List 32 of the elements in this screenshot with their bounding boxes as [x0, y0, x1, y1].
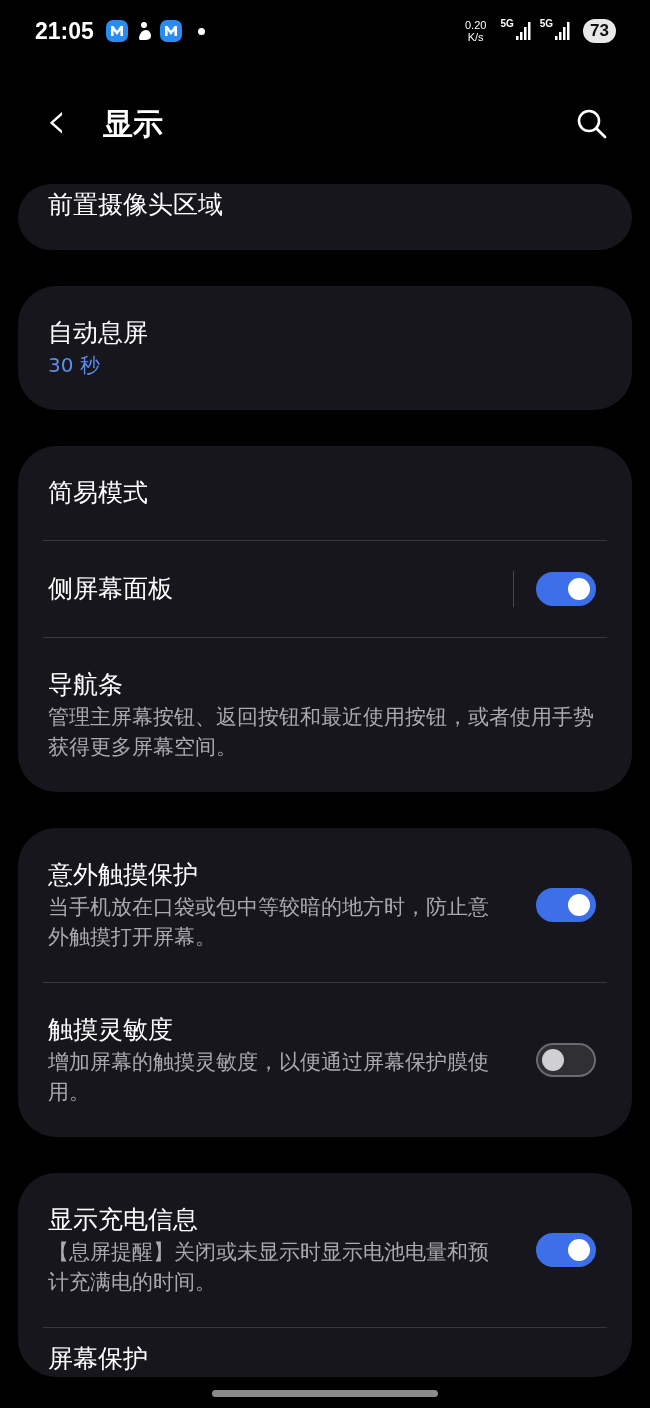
setting-description: 增加屏幕的触摸灵敏度，以便通过屏幕保护膜使用。 — [48, 1049, 490, 1106]
setting-title[interactable]: 意外触摸保护 — [48, 858, 536, 892]
network-type: 5G — [539, 18, 554, 29]
network-speed-unit: K/s — [467, 31, 484, 43]
page-title: 显示 — [102, 104, 163, 143]
toggle-switch[interactable] — [536, 1233, 596, 1267]
search-icon[interactable] — [576, 108, 608, 140]
setting-title[interactable]: 触摸灵敏度 — [48, 1013, 536, 1047]
setting-title[interactable]: 导航条 — [48, 668, 602, 702]
setting-title[interactable]: 前置摄像头区域 — [48, 188, 602, 222]
toggle-switch[interactable] — [536, 888, 596, 922]
setting-description: 【息屏提醒】关闭或未显示时显示电池电量和预计充满电的时间。 — [48, 1239, 490, 1296]
setting-title[interactable]: 简易模式 — [48, 476, 602, 510]
toggle-switch[interactable] — [536, 572, 596, 606]
setting-title[interactable]: 显示充电信息 — [48, 1203, 536, 1237]
setting-title[interactable]: 自动息屏 — [48, 316, 602, 350]
app-icon — [105, 20, 128, 42]
back-button[interactable]: ‹ — [46, 94, 67, 146]
setting-value: 30 秒 — [48, 352, 101, 379]
setting-title[interactable]: 屏幕保护 — [48, 1342, 602, 1376]
setting-description: 管理主屏幕按钮、返回按钮和最近使用按钮，或者使用手势获得更多屏幕空间。 — [48, 704, 595, 761]
network-type: 5G — [500, 18, 514, 29]
setting-description: 当手机放在口袋或包中等较暗的地方时，防止意外触摸打开屏幕。 — [48, 894, 490, 951]
toggle-switch[interactable] — [536, 1043, 596, 1077]
network-speed: 0.20 — [464, 19, 487, 31]
status-time: 21:05 — [35, 17, 94, 45]
notification-dot-icon — [197, 27, 205, 35]
setting-title[interactable]: 侧屏幕面板 — [48, 572, 513, 606]
signal-icon — [515, 22, 532, 40]
signal-icon — [555, 22, 572, 40]
app-icon — [159, 20, 182, 42]
battery-level: 73 — [583, 19, 616, 43]
